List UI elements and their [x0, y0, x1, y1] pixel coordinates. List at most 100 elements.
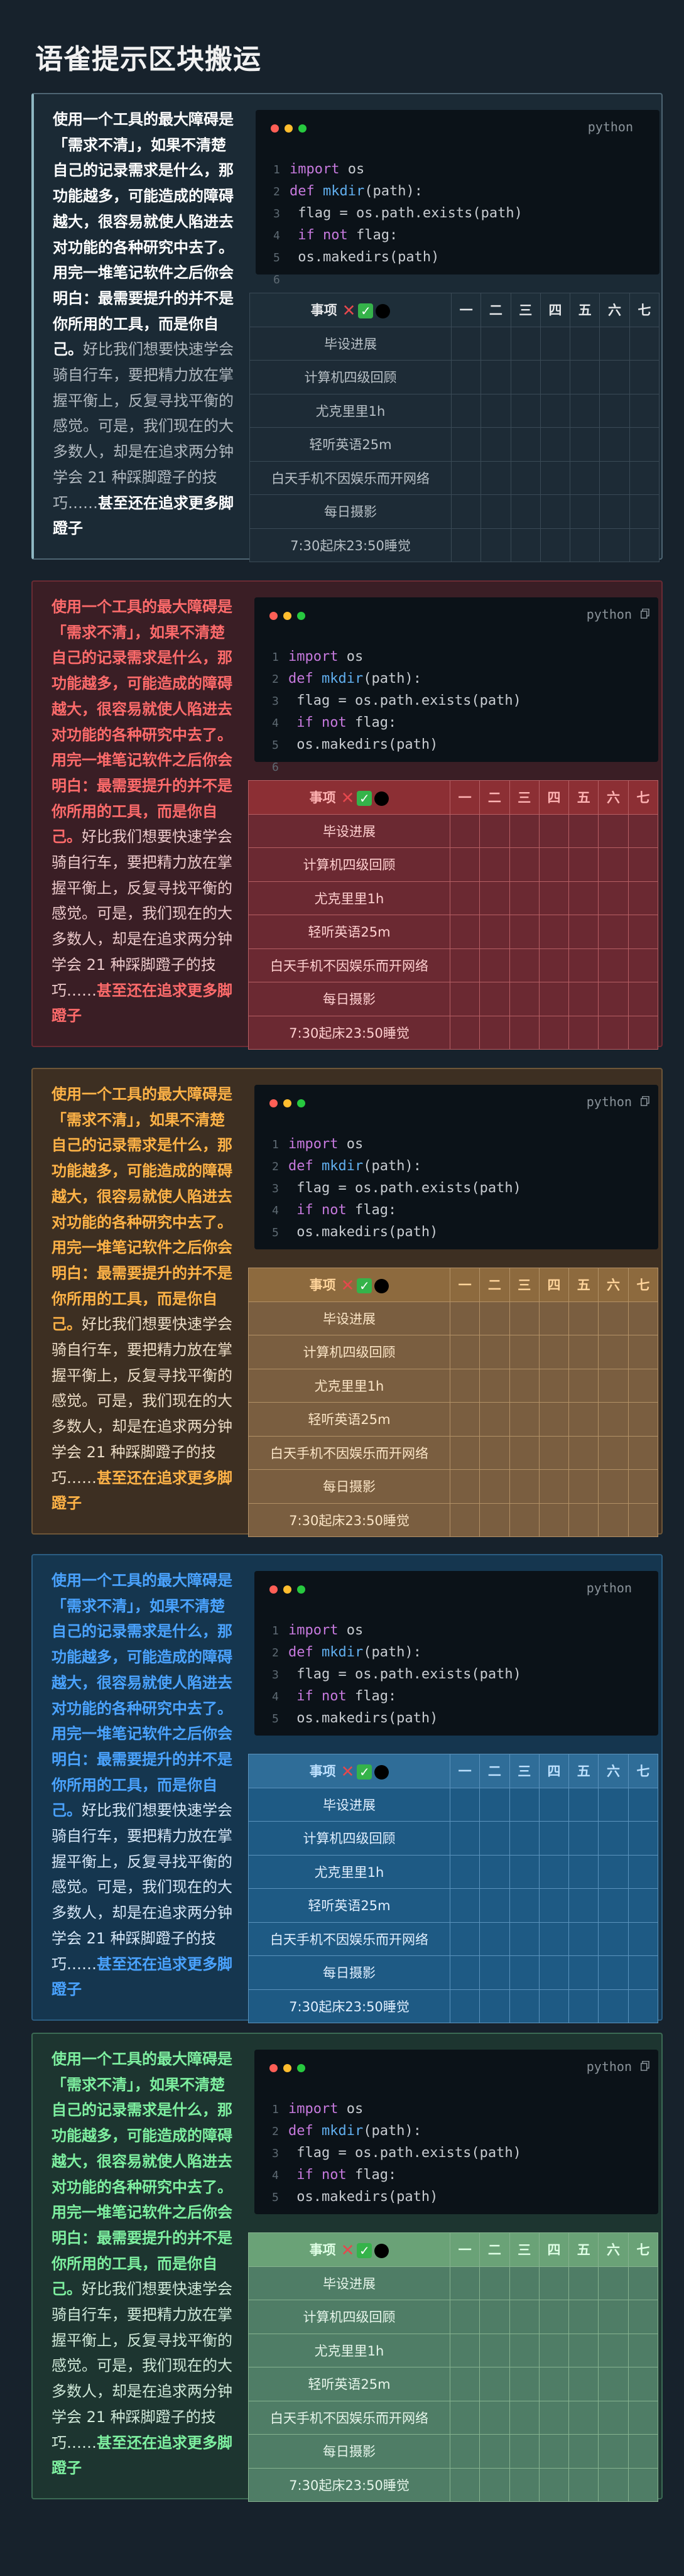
day-cell[interactable]: [570, 360, 600, 394]
day-cell[interactable]: [568, 915, 599, 949]
day-cell[interactable]: [598, 847, 629, 882]
day-cell[interactable]: [509, 813, 540, 848]
day-cell[interactable]: [538, 2400, 570, 2435]
day-cell[interactable]: [509, 1469, 540, 1504]
day-cell[interactable]: [479, 2266, 510, 2300]
day-cell[interactable]: [480, 427, 511, 462]
day-cell[interactable]: [449, 1955, 480, 1990]
day-cell[interactable]: [479, 1821, 510, 1856]
code-block[interactable]: python 1 import os 2 def mkdir(path): 3 flag …: [254, 2050, 658, 2214]
day-cell[interactable]: [568, 1015, 599, 1050]
day-cell[interactable]: [538, 1989, 570, 2023]
day-cell[interactable]: [449, 1989, 480, 2023]
code-block[interactable]: python 1 import os 2 def mkdir(path): 3 flag …: [254, 1571, 658, 1736]
day-cell[interactable]: [479, 881, 510, 915]
day-cell[interactable]: [449, 915, 480, 949]
day-cell[interactable]: [479, 1787, 510, 1822]
day-cell[interactable]: [449, 1015, 480, 1050]
day-cell[interactable]: [629, 360, 660, 394]
day-cell[interactable]: [449, 881, 480, 915]
day-cell[interactable]: [538, 2266, 570, 2300]
day-cell[interactable]: [568, 2333, 599, 2367]
day-cell[interactable]: [538, 982, 570, 1016]
day-cell[interactable]: [449, 2333, 480, 2367]
day-cell[interactable]: [509, 1435, 540, 1470]
day-cell[interactable]: [449, 1469, 480, 1504]
day-cell[interactable]: [568, 1469, 599, 1504]
day-cell[interactable]: [568, 2400, 599, 2435]
day-cell[interactable]: [540, 460, 571, 495]
day-cell[interactable]: [598, 1787, 629, 1822]
day-cell[interactable]: [568, 1888, 599, 1923]
code-block[interactable]: python 1 import os 2 def mkdir(path): 3 flag …: [254, 597, 658, 774]
day-cell[interactable]: [629, 393, 660, 428]
day-cell[interactable]: [627, 813, 659, 848]
day-cell[interactable]: [538, 1888, 570, 1923]
day-cell[interactable]: [509, 1955, 540, 1990]
day-cell[interactable]: [540, 393, 571, 428]
day-cell[interactable]: [509, 847, 540, 882]
day-cell[interactable]: [510, 460, 541, 495]
day-cell[interactable]: [568, 2367, 599, 2401]
day-cell[interactable]: [627, 2266, 659, 2300]
day-cell[interactable]: [598, 2333, 629, 2367]
day-cell[interactable]: [538, 1402, 570, 1437]
day-cell[interactable]: [629, 528, 660, 562]
day-cell[interactable]: [449, 2266, 480, 2300]
day-cell[interactable]: [570, 460, 600, 495]
day-cell[interactable]: [449, 1787, 480, 1822]
day-cell[interactable]: [540, 494, 571, 529]
day-cell[interactable]: [629, 494, 660, 529]
day-cell[interactable]: [568, 813, 599, 848]
day-cell[interactable]: [480, 460, 511, 495]
day-cell[interactable]: [450, 360, 482, 394]
day-cell[interactable]: [627, 1301, 659, 1335]
day-cell[interactable]: [568, 847, 599, 882]
day-cell[interactable]: [570, 427, 600, 462]
day-cell[interactable]: [598, 1503, 629, 1537]
day-cell[interactable]: [538, 1469, 570, 1504]
day-cell[interactable]: [449, 1503, 480, 1537]
day-cell[interactable]: [538, 1301, 570, 1335]
day-cell[interactable]: [598, 2300, 629, 2334]
day-cell[interactable]: [479, 1469, 510, 1504]
day-cell[interactable]: [627, 1015, 659, 1050]
day-cell[interactable]: [568, 1503, 599, 1537]
day-cell[interactable]: [509, 982, 540, 1016]
day-cell[interactable]: [509, 1989, 540, 2023]
day-cell[interactable]: [568, 2434, 599, 2469]
day-cell[interactable]: [479, 948, 510, 982]
day-cell[interactable]: [509, 2434, 540, 2469]
day-cell[interactable]: [449, 2400, 480, 2435]
day-cell[interactable]: [538, 2300, 570, 2334]
day-cell[interactable]: [540, 427, 571, 462]
day-cell[interactable]: [510, 427, 541, 462]
day-cell[interactable]: [568, 1301, 599, 1335]
day-cell[interactable]: [538, 1854, 570, 1889]
day-cell[interactable]: [629, 427, 660, 462]
day-cell[interactable]: [627, 1921, 659, 1956]
day-cell[interactable]: [538, 1335, 570, 1369]
day-cell[interactable]: [450, 460, 482, 495]
day-cell[interactable]: [509, 1503, 540, 1537]
day-cell[interactable]: [479, 813, 510, 848]
day-cell[interactable]: [598, 1402, 629, 1437]
day-cell[interactable]: [627, 948, 659, 982]
day-cell[interactable]: [538, 1955, 570, 1990]
day-cell[interactable]: [479, 915, 510, 949]
day-cell[interactable]: [568, 1787, 599, 1822]
day-cell[interactable]: [509, 1821, 540, 1856]
day-cell[interactable]: [449, 1888, 480, 1923]
day-cell[interactable]: [568, 1955, 599, 1990]
day-cell[interactable]: [598, 1301, 629, 1335]
day-cell[interactable]: [538, 1821, 570, 1856]
day-cell[interactable]: [598, 1854, 629, 1889]
day-cell[interactable]: [509, 2367, 540, 2401]
day-cell[interactable]: [509, 1787, 540, 1822]
day-cell[interactable]: [509, 1402, 540, 1437]
day-cell[interactable]: [570, 393, 600, 428]
day-cell[interactable]: [449, 2434, 480, 2469]
day-cell[interactable]: [570, 494, 600, 529]
day-cell[interactable]: [627, 2434, 659, 2469]
day-cell[interactable]: [568, 1821, 599, 1856]
